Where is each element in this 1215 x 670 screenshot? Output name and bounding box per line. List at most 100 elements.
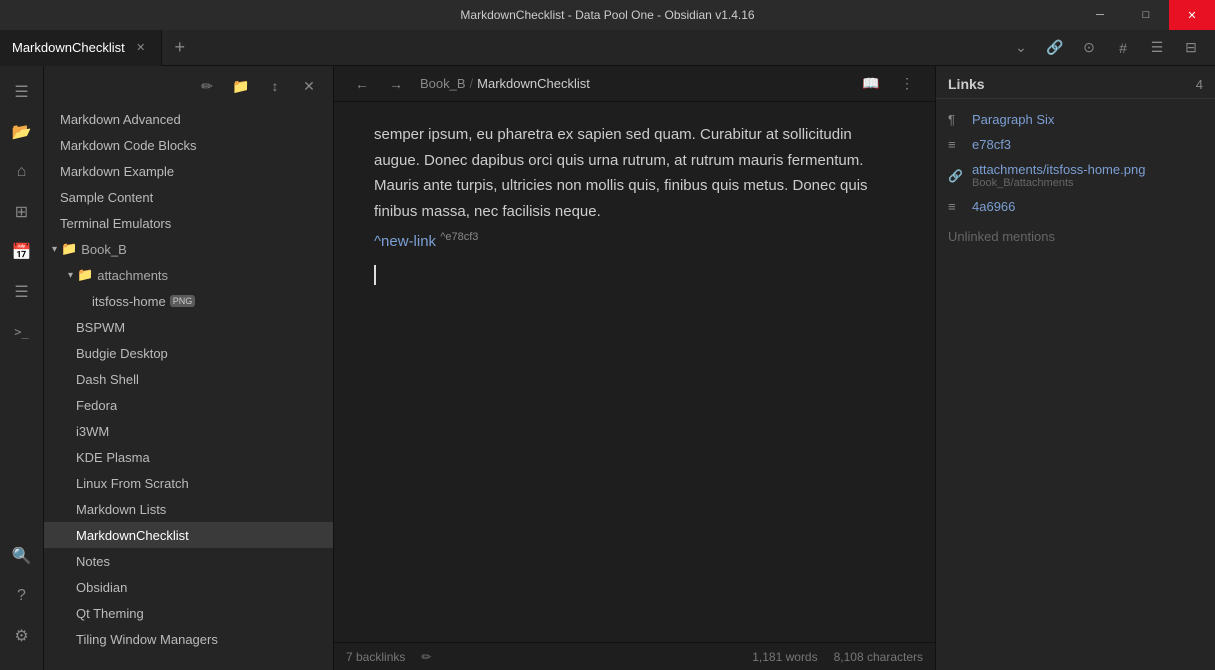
activity-bar: ☰ 📂 ⌂ ⊞ 📅 ☰ >_ 🔍 ? ⚙ — [0, 66, 44, 670]
sidebar-file-tree: Markdown Advanced Markdown Code Blocks M… — [44, 106, 333, 670]
link-item-paragraph-six[interactable]: ¶ Paragraph Six — [936, 107, 1215, 132]
close-button[interactable]: ✕ — [1169, 0, 1215, 30]
nav-arrows: ← → — [346, 68, 412, 100]
link-label-4a6966: 4a6966 — [972, 199, 1015, 214]
block-icon-2: ≡ — [948, 199, 964, 214]
main-area: ☰ 📂 ⌂ ⊞ 📅 ☰ >_ 🔍 ? ⚙ ✏ 📁 ↕ ✕ Markdown Ad… — [0, 66, 1215, 670]
block-icon: ≡ — [948, 137, 964, 152]
editor-footnote: ^e78cf3 — [440, 231, 478, 243]
sidebar-item-tiling-window-managers[interactable]: Tiling Window Managers — [44, 626, 333, 652]
activity-bottom: 🔍 ? ⚙ — [4, 538, 40, 662]
sidebar-folder-attachments[interactable]: ▾ 📁 attachments — [44, 262, 333, 288]
close-sidebar-button[interactable]: ✕ — [293, 70, 325, 102]
backlinks-count[interactable]: 7 backlinks — [346, 650, 405, 664]
sidebar-item-notes[interactable]: Notes — [44, 548, 333, 574]
link-label-e78cf3: e78cf3 — [972, 137, 1011, 152]
breadcrumb: Book_B / MarkdownChecklist — [420, 76, 847, 91]
sidebar-item-markdown-advanced[interactable]: Markdown Advanced — [44, 106, 333, 132]
editor-paragraph: semper ipsum, eu pharetra ex sapien sed … — [374, 122, 895, 224]
editor-header-right: 📖 ⋮ — [855, 68, 923, 100]
link-item-e78cf3[interactable]: ≡ e78cf3 — [936, 132, 1215, 157]
minimize-button[interactable]: ─ — [1077, 0, 1123, 30]
graph-icon-btn[interactable]: ⊙ — [1073, 32, 1105, 64]
activity-menu[interactable]: ☰ — [4, 74, 40, 110]
chevron-down-icon: ▾ — [68, 270, 73, 281]
unlinked-mentions[interactable]: Unlinked mentions — [936, 219, 1215, 250]
sidebar-item-linux-from-scratch[interactable]: Linux From Scratch — [44, 470, 333, 496]
sidebar-toolbar: ✏ 📁 ↕ ✕ — [44, 66, 333, 106]
new-tab-button[interactable]: + — [162, 30, 198, 66]
activity-checklist[interactable]: ☰ — [4, 274, 40, 310]
sidebar-toggle-btn[interactable]: ⊟ — [1175, 32, 1207, 64]
sidebar-item-qt-theming[interactable]: Qt Theming — [44, 600, 333, 626]
panel-title: Links — [948, 76, 985, 92]
tags-icon-btn[interactable]: # — [1107, 32, 1139, 64]
link-attachment-info: attachments/itsfoss-home.png Book_B/atta… — [972, 162, 1145, 189]
panel-links-list: ¶ Paragraph Six ≡ e78cf3 🔗 attachments/i… — [936, 99, 1215, 670]
activity-help[interactable]: ? — [4, 578, 40, 614]
sidebar: ✏ 📁 ↕ ✕ Markdown Advanced Markdown Code … — [44, 66, 334, 670]
text-cursor — [374, 265, 376, 285]
reading-mode-button[interactable]: 📖 — [855, 68, 887, 100]
right-panel: Links 4 ¶ Paragraph Six ≡ e78cf3 🔗 attac… — [935, 66, 1215, 670]
tab-bar: MarkdownChecklist ✕ + ⌄ 🔗 ⊙ # ☰ ⊟ — [0, 30, 1215, 66]
activity-terminal[interactable]: >_ — [4, 314, 40, 350]
more-options-btn[interactable]: ☰ — [1141, 32, 1173, 64]
title-bar: MarkdownChecklist - Data Pool One - Obsi… — [0, 0, 1215, 30]
png-badge: PNG — [170, 295, 196, 307]
window-title: MarkdownChecklist - Data Pool One - Obsi… — [460, 8, 754, 22]
sidebar-item-dash-shell[interactable]: Dash Shell — [44, 366, 333, 392]
sidebar-item-markdownchecklist[interactable]: MarkdownChecklist — [44, 522, 333, 548]
link-item-4a6966[interactable]: ≡ 4a6966 — [936, 194, 1215, 219]
sidebar-item-markdown-lists[interactable]: Markdown Lists — [44, 496, 333, 522]
folder-icon: 📁 — [77, 267, 93, 283]
edit-icon[interactable]: ✏ — [421, 650, 431, 664]
tab-markdownchecklist[interactable]: MarkdownChecklist ✕ — [0, 30, 162, 66]
tab-label: MarkdownChecklist — [12, 40, 125, 55]
sidebar-item-obsidian[interactable]: Obsidian — [44, 574, 333, 600]
breadcrumb-parent[interactable]: Book_B — [420, 76, 466, 91]
word-count: 1,181 words — [752, 650, 817, 664]
editor-footer: 7 backlinks ✏ 1,181 words 8,108 characte… — [334, 642, 935, 670]
breadcrumb-current: MarkdownChecklist — [477, 76, 590, 91]
activity-files[interactable]: 📂 — [4, 114, 40, 150]
activity-calendar[interactable]: 📅 — [4, 234, 40, 270]
window-controls: ─ □ ✕ — [1077, 0, 1215, 30]
sort-button[interactable]: ↕ — [259, 70, 291, 102]
editor-link-line: ^new-link ^e78cf3 — [374, 228, 895, 255]
forward-button[interactable]: → — [380, 68, 412, 100]
tab-dropdown-button[interactable]: ⌄ — [1005, 32, 1037, 64]
sidebar-item-bspwm[interactable]: BSPWM — [44, 314, 333, 340]
activity-settings[interactable]: ⚙ — [4, 618, 40, 654]
sidebar-item-sample-content[interactable]: Sample Content — [44, 184, 333, 210]
sidebar-folder-book-b[interactable]: ▾ 📁 Book_B — [44, 236, 333, 262]
back-button[interactable]: ← — [346, 68, 378, 100]
editor-content[interactable]: semper ipsum, eu pharetra ex sapien sed … — [334, 102, 935, 642]
footer-stats: 1,181 words 8,108 characters — [752, 650, 923, 664]
activity-search-bottom[interactable]: 🔍 — [4, 538, 40, 574]
link-item-attachment[interactable]: 🔗 attachments/itsfoss-home.png Book_B/at… — [936, 157, 1215, 194]
link-sub-attachment: Book_B/attachments — [972, 177, 1145, 189]
cursor-container — [374, 263, 895, 285]
sidebar-item-budgie-desktop[interactable]: Budgie Desktop — [44, 340, 333, 366]
tab-close-button[interactable]: ✕ — [133, 40, 149, 56]
more-options-editor-button[interactable]: ⋮ — [891, 68, 923, 100]
sidebar-item-markdown-code-blocks[interactable]: Markdown Code Blocks — [44, 132, 333, 158]
new-note-button[interactable]: ✏ — [191, 70, 223, 102]
activity-home[interactable]: ⌂ — [4, 154, 40, 190]
sidebar-item-itsfoss-home[interactable]: itsfoss-home PNG — [44, 288, 333, 314]
sidebar-item-terminal-emulators[interactable]: Terminal Emulators — [44, 210, 333, 236]
maximize-button[interactable]: □ — [1123, 0, 1169, 30]
panel-header: Links 4 — [936, 66, 1215, 99]
editor-header: ← → Book_B / MarkdownChecklist 📖 ⋮ — [334, 66, 935, 102]
backlinks-icon-btn[interactable]: 🔗 — [1039, 32, 1071, 64]
link-label-paragraph-six: Paragraph Six — [972, 112, 1054, 127]
sidebar-item-markdown-example[interactable]: Markdown Example — [44, 158, 333, 184]
attachment-icon: 🔗 — [948, 169, 964, 183]
new-folder-button[interactable]: 📁 — [225, 70, 257, 102]
activity-grid[interactable]: ⊞ — [4, 194, 40, 230]
breadcrumb-separator: / — [470, 76, 474, 91]
sidebar-item-kde-plasma[interactable]: KDE Plasma — [44, 444, 333, 470]
sidebar-item-i3wm[interactable]: i3WM — [44, 418, 333, 444]
sidebar-item-fedora[interactable]: Fedora — [44, 392, 333, 418]
